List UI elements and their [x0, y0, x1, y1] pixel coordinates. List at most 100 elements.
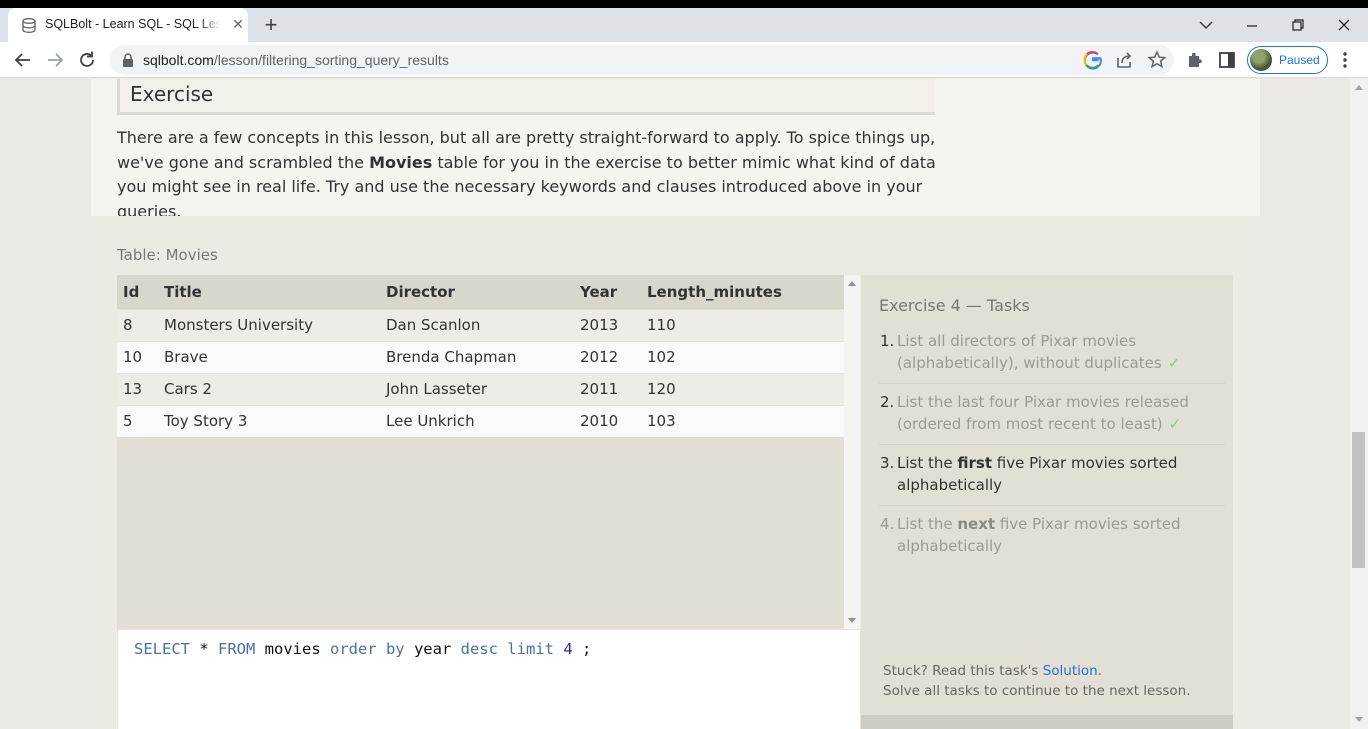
- cell-length: 120: [641, 372, 844, 405]
- cell-id: 5: [117, 404, 158, 437]
- cell-year: 2013: [574, 308, 641, 341]
- table-row: 10 Brave Brenda Chapman 2012 102: [117, 340, 844, 373]
- bookmark-star-icon[interactable]: [1145, 48, 1169, 72]
- close-tab-icon[interactable]: ✕: [230, 17, 246, 33]
- side-panel-icon[interactable]: [1215, 48, 1239, 72]
- page-scrollbar[interactable]: [1350, 79, 1368, 729]
- sql-keyword: desc limit: [460, 640, 554, 658]
- sql-keyword: order by: [329, 640, 405, 658]
- stuck-end: .: [1097, 663, 1103, 679]
- cell-title: Toy Story 3: [158, 404, 380, 437]
- task-number: 4.: [880, 515, 895, 533]
- cell-length: 102: [641, 340, 844, 373]
- extensions-puzzle-icon[interactable]: [1183, 48, 1207, 72]
- sql-text: ;: [572, 640, 592, 658]
- browser-toolbar: sqlbolt.com/lesson/filtering_sorting_que…: [0, 42, 1368, 78]
- task-item-4: 4. List the next five Pixar movies sorted…: [879, 506, 1225, 566]
- task-text: List the: [897, 515, 958, 533]
- sql-number: 4: [563, 640, 573, 658]
- stuck-text: Stuck? Read this task's: [883, 663, 1043, 679]
- exercise-heading-text: Exercise: [130, 82, 214, 106]
- google-lens-icon[interactable]: [1081, 48, 1105, 72]
- cell-director: Lee Unkrich: [380, 404, 574, 437]
- sql-keyword: SELECT: [134, 640, 190, 658]
- url-path: /lesson/filtering_sorting_query_results: [213, 52, 449, 68]
- task-item-3: 3. List the first five Pixar movies sorte…: [879, 445, 1225, 506]
- check-icon: ✓: [1168, 415, 1182, 433]
- browser-tab[interactable]: SQLBolt - Learn SQL - SQL Lesson ✕: [8, 8, 248, 42]
- column-header-length: Length_minutes: [641, 275, 844, 309]
- task-bold: next: [957, 515, 996, 533]
- cell-title: Cars 2: [158, 372, 380, 405]
- reload-icon[interactable]: [75, 48, 99, 72]
- restore-icon[interactable]: [1284, 13, 1312, 37]
- cell-id: 8: [117, 308, 158, 341]
- more-menu-icon[interactable]: [1333, 48, 1357, 72]
- cell-year: 2010: [574, 404, 641, 437]
- scroll-up-arrow-icon[interactable]: [848, 281, 856, 286]
- avatar: [1250, 49, 1272, 71]
- column-header-director: Director: [380, 275, 574, 309]
- task-number: 2.: [880, 393, 895, 411]
- sql-query-editor[interactable]: SELECT * FROM movies order by year desc …: [117, 629, 861, 729]
- cell-director: Brenda Chapman: [380, 340, 574, 373]
- cell-title: Brave: [158, 340, 380, 373]
- cell-year: 2011: [574, 372, 641, 405]
- scroll-down-arrow-icon[interactable]: [848, 618, 856, 623]
- sql-text: year: [404, 640, 461, 658]
- tab-search-chevron-icon[interactable]: [1192, 13, 1220, 37]
- table-row: 8 Monsters University Dan Scanlon 2013 1…: [117, 308, 844, 341]
- forward-arrow-icon[interactable]: [43, 48, 67, 72]
- exercise-heading: Exercise: [117, 79, 935, 115]
- tasks-title: Exercise 4 — Tasks: [879, 296, 1030, 315]
- task-list: 1. List all directors of Pixar movies (al…: [879, 330, 1225, 566]
- share-icon[interactable]: [1113, 48, 1137, 72]
- sql-keyword: FROM: [218, 640, 256, 658]
- tab-strip: SQLBolt - Learn SQL - SQL Lesson ✕ +: [0, 8, 1368, 42]
- window-top-strip: [0, 0, 1368, 8]
- page-viewport: Exercise There are a few concepts in thi…: [0, 79, 1350, 729]
- scroll-down-arrow-icon[interactable]: [1355, 717, 1363, 722]
- column-header-year: Year: [574, 275, 641, 309]
- profile-paused-button[interactable]: Paused: [1247, 46, 1328, 74]
- back-arrow-icon[interactable]: [11, 48, 35, 72]
- profile-status-label: Paused: [1279, 53, 1320, 67]
- database-icon: [22, 18, 36, 33]
- scrollbar-thumb[interactable]: [1352, 432, 1365, 568]
- cell-id: 13: [117, 372, 158, 405]
- stuck-help: Stuck? Read this task's Solution. Solve …: [883, 661, 1191, 701]
- table-row: 13 Cars 2 John Lasseter 2011 120: [117, 372, 844, 405]
- results-scrollbar[interactable]: [844, 275, 860, 629]
- query-code-line[interactable]: SELECT * FROM movies order by year desc …: [134, 640, 591, 658]
- task-text: List the last four Pixar movies released…: [897, 393, 1189, 433]
- task-text: List all directors of Pixar movies (alph…: [897, 332, 1162, 372]
- tasks-panel-footer: [861, 715, 1233, 729]
- task-number: 3.: [880, 454, 895, 472]
- task-item-1: 1. List all directors of Pixar movies (al…: [879, 330, 1225, 384]
- table-header-row: Id Title Director Year Length_minutes: [117, 275, 844, 309]
- lock-icon[interactable]: [122, 53, 134, 67]
- close-window-icon[interactable]: [1330, 13, 1358, 37]
- task-item-2: 2. List the last four Pixar movies releas…: [879, 384, 1225, 445]
- address-bar[interactable]: sqlbolt.com/lesson/filtering_sorting_que…: [110, 45, 1174, 75]
- intro-bold-movies: Movies: [369, 152, 433, 172]
- table-row: 5 Toy Story 3 Lee Unkrich 2010 103: [117, 404, 844, 437]
- cell-length: 103: [641, 404, 844, 437]
- minimize-icon[interactable]: [1238, 13, 1266, 37]
- scroll-up-arrow-icon[interactable]: [1355, 85, 1363, 90]
- url-text: sqlbolt.com/lesson/filtering_sorting_que…: [143, 52, 449, 68]
- cell-year: 2012: [574, 340, 641, 373]
- cell-director: John Lasseter: [380, 372, 574, 405]
- results-table: Id Title Director Year Length_minutes 8 …: [117, 275, 844, 437]
- sql-text: movies: [255, 640, 330, 658]
- continue-text: Solve all tasks to continue to the next …: [883, 683, 1191, 699]
- tasks-panel: Exercise 4 — Tasks 1. List all directors …: [861, 275, 1233, 729]
- cell-director: Dan Scanlon: [380, 308, 574, 341]
- tab-title: SQLBolt - Learn SQL - SQL Lesson: [45, 17, 221, 31]
- check-icon: ✓: [1167, 354, 1181, 372]
- solution-link[interactable]: Solution: [1043, 663, 1098, 679]
- cell-id: 10: [117, 340, 158, 373]
- cell-length: 110: [641, 308, 844, 341]
- new-tab-button[interactable]: +: [259, 14, 283, 36]
